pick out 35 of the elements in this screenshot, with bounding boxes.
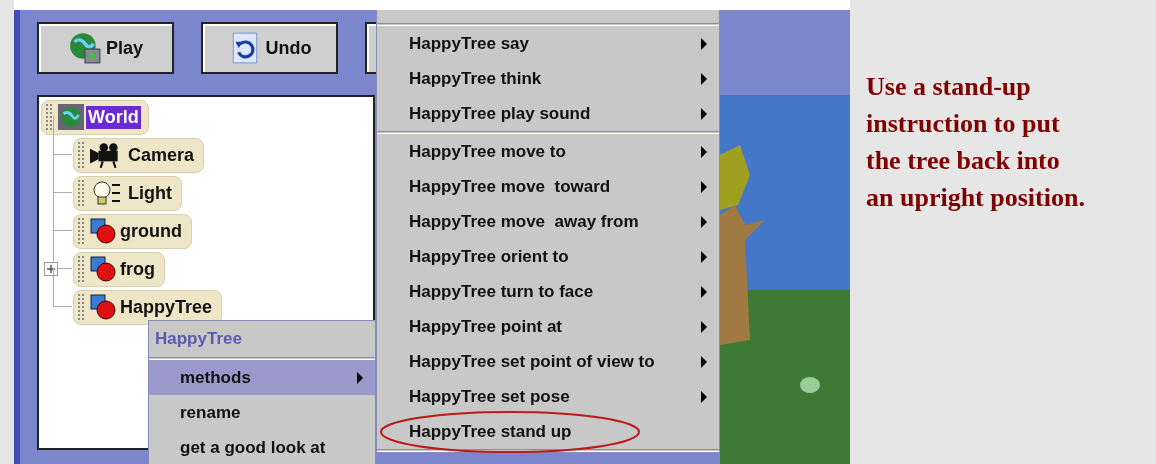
menu-item[interactable]: HappyTree move toward <box>377 169 719 204</box>
tree-item[interactable]: HappyTree <box>73 289 223 325</box>
menu-item[interactable]: HappyTree orient to <box>377 239 719 274</box>
menu-title: HappyTree <box>154 328 243 350</box>
menu-item[interactable]: HappyTree move away from <box>377 204 719 239</box>
menu-item[interactable]: HappyTree move to <box>377 134 719 169</box>
tree-item[interactable]: World <box>41 99 149 135</box>
menu-item[interactable]: HappyTree think <box>377 61 719 96</box>
menu-item[interactable]: HappyTree set point of view to <box>377 344 719 379</box>
tree-connector-line <box>53 154 72 193</box>
tree-item[interactable]: Light <box>73 175 182 211</box>
tree-connector-line <box>53 192 72 231</box>
tree-item[interactable]: ground <box>73 213 192 249</box>
globe-icon <box>58 104 84 130</box>
cube-ball-icon <box>90 256 116 282</box>
menu-item[interactable]: HappyTree turn to face <box>377 274 719 309</box>
tree-connector-line <box>53 268 72 307</box>
menu-item[interactable]: rename <box>149 395 375 430</box>
instruction-text: Use a stand-up instruction to put the tree back into an upright position. <box>866 71 1086 214</box>
globe-play-icon <box>68 31 102 65</box>
menu-item[interactable]: HappyTree point at <box>377 309 719 344</box>
menu-item[interactable]: HappyTree set pose <box>377 379 719 414</box>
tree-item[interactable]: Camera <box>73 137 205 173</box>
expand-toggle[interactable] <box>44 262 58 276</box>
menu-item[interactable]: get a good look at <box>149 430 375 464</box>
menu-item[interactable]: HappyTree say <box>377 26 719 61</box>
cube-ball-icon <box>90 218 116 244</box>
toolbar-button[interactable]: Undo <box>201 22 338 74</box>
tree-connector-line <box>53 116 72 155</box>
toolbar-button[interactable]: Play <box>37 22 174 74</box>
menu-item[interactable]: HappyTree stand up <box>377 414 719 449</box>
menu-item[interactable]: methods <box>149 360 375 395</box>
cube-ball-icon <box>90 294 116 320</box>
tree-item[interactable]: frog <box>73 251 165 287</box>
menu-item[interactable]: HappyTree play sound <box>377 96 719 131</box>
